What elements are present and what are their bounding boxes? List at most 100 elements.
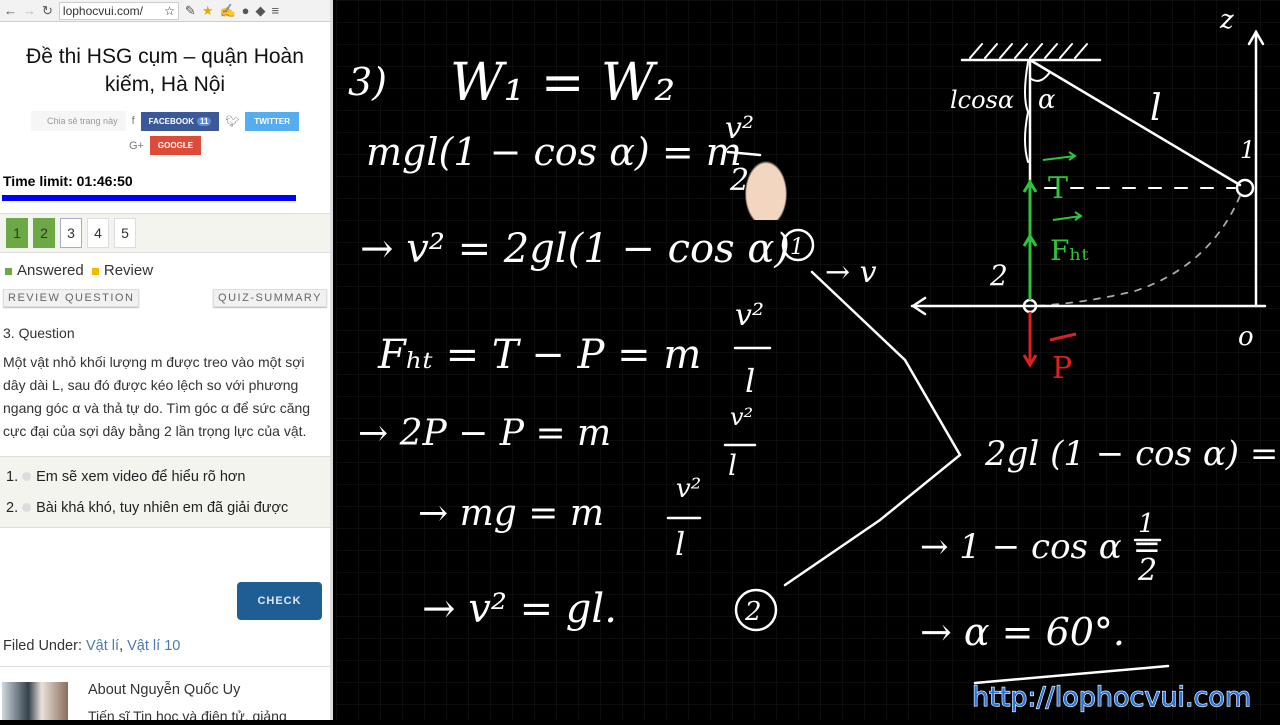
brace <box>1024 61 1030 163</box>
diagram-label-z: z <box>1219 5 1234 35</box>
author-heading: About Nguyễn Quốc Uy <box>88 682 241 698</box>
answer-text: Bài khá khó, tuy nhiên em đã giải được <box>36 499 289 516</box>
quiz-summary-button[interactable]: QUIZ-SUMMARY <box>213 289 327 307</box>
back-icon[interactable]: ← <box>4 3 17 18</box>
author-bio: Tiến sĩ Tin học và điện tử, giảng <box>88 708 287 720</box>
numerator: v² <box>735 298 764 333</box>
answer-number: 2. <box>6 499 19 516</box>
share-row: Chia sẻ trang này f FACEBOOK 11 🐦︎ TWITTE… <box>0 111 330 131</box>
diagram-label-alpha: α <box>1038 85 1056 115</box>
answer-option-2[interactable]: 2. Bài khá khó, tuy nhiên em đã giải được <box>6 492 324 523</box>
address-bar[interactable]: lophocvui.com/ ☆ <box>58 1 179 20</box>
numerator: 1 <box>1138 509 1155 539</box>
question-3-button[interactable]: 3 <box>60 218 82 248</box>
question-1-button[interactable]: 1 <box>6 218 28 248</box>
energy-equation: W₁ = W₂ <box>450 53 675 113</box>
question-title: 3. Question <box>3 325 75 341</box>
legend: Answered Review <box>5 262 330 279</box>
diagram-label-weight: P <box>1052 351 1072 386</box>
radio-button[interactable] <box>22 503 32 512</box>
google-plus-icon: G+ <box>128 139 144 152</box>
time-limit: Time limit: 01:46:50 <box>3 173 133 189</box>
denominator: l <box>728 449 737 482</box>
review-question-button[interactable]: REVIEW QUESTION <box>3 289 140 307</box>
marker-label-2: 2 <box>744 597 762 627</box>
star-icon[interactable]: ☆ <box>164 4 175 18</box>
eyedropper-extension-icon[interactable]: ✎ <box>185 3 196 19</box>
equation-line-2: mgl(1 − cos α) = m <box>366 130 742 174</box>
head-extension-icon[interactable]: ● <box>242 3 250 18</box>
browser-toolbar: ← → ↻ lophocvui.com/ ☆ ✎ ★ ✍ ● ◆ ≡ <box>0 0 330 22</box>
author-avatar <box>2 682 68 720</box>
diagram-label-origin: o <box>1238 322 1254 352</box>
numerator: v² <box>676 474 701 504</box>
diagram-label-tension: T <box>1048 171 1068 206</box>
facebook-icon: f <box>131 115 135 127</box>
answer-list: 1. Em sẽ xem video để hiểu rõ hơn 2. Bài k… <box>0 456 330 528</box>
answer-text: Em sẽ xem video để hiểu rõ hơn <box>36 468 246 485</box>
filed-under: Filed Under: Vật lí, Vật lí 10 <box>3 638 181 654</box>
numerator: v² <box>730 403 753 431</box>
diagram-label-length: l <box>1150 88 1162 129</box>
browser-panel: ← → ↻ lophocvui.com/ ☆ ✎ ★ ✍ ● ◆ ≡ Đề thi… <box>0 0 333 720</box>
diagram-label-position-2: 2 <box>989 259 1008 292</box>
equation-line-5: → 2P − P = m <box>358 413 611 454</box>
timer-progress-bar <box>2 195 296 201</box>
answered-label: Answered <box>17 262 84 279</box>
denominator: 2 <box>1137 553 1157 588</box>
watermark: http://lophocvui.com <box>972 682 1251 713</box>
twitter-button[interactable]: TWITTER <box>245 111 299 131</box>
forward-icon[interactable]: → <box>23 3 36 18</box>
menu-icon[interactable]: ≡ <box>272 3 280 18</box>
equation-line-7: → v² = gl. <box>422 586 617 632</box>
diagram-label-lcos: lcosα <box>950 86 1014 114</box>
board-drawing: 3) W₁ = W₂ mgl(1 − cos α) = m v² 2 → v² … <box>348 5 1280 714</box>
equation-line-4: Fₕₜ = T − P = m <box>377 332 701 378</box>
category-link[interactable]: Vật lí <box>86 638 119 654</box>
right-equation-2: → 1 − cos α = <box>920 527 1161 567</box>
facebook-button[interactable]: FACEBOOK 11 <box>140 111 220 131</box>
problem-number: 3) <box>348 60 387 104</box>
share-row-2: G+ GOOGLE <box>0 136 330 155</box>
radio-button[interactable] <box>22 472 32 481</box>
denominator: l <box>745 362 755 400</box>
equation-line-3: → v² = 2gl(1 − cos α) <box>360 226 790 272</box>
blackboard: 3) W₁ = W₂ mgl(1 − cos α) = m v² 2 → v² … <box>336 0 1280 720</box>
denominator: l <box>675 525 685 563</box>
question-text: Một vật nhỏ khối lượng m được treo vào m… <box>3 354 311 439</box>
star-extension-icon[interactable]: ★ <box>202 3 214 19</box>
share-label: Chia sẻ trang này <box>31 111 126 131</box>
page-title: Đề thi HSG cụm – quận Hoàn kiếm, Hà Nội <box>26 45 304 96</box>
hand-with-pen <box>741 155 791 220</box>
twitter-icon: 🐦︎ <box>225 115 240 128</box>
dropbox-extension-icon[interactable]: ◆ <box>256 3 266 19</box>
signature-extension-icon[interactable]: ✍ <box>219 3 235 19</box>
category-link[interactable]: Vật lí 10 <box>127 638 180 654</box>
equation-line-6: → mg = m <box>418 493 604 534</box>
answered-swatch <box>5 268 12 275</box>
numerator: v² <box>725 111 754 146</box>
url-text: lophocvui.com/ <box>62 3 143 18</box>
review-label: Review <box>103 262 154 279</box>
google-button[interactable]: GOOGLE <box>149 136 202 155</box>
check-button[interactable]: CHECK <box>237 582 322 620</box>
bob-position-1 <box>1235 178 1255 198</box>
question-5-button[interactable]: 5 <box>114 218 136 248</box>
velocity-label: → v <box>825 255 877 290</box>
angle-arc <box>1029 71 1051 82</box>
question-navigator: 1 2 3 4 5 <box>0 213 330 253</box>
question-2-button[interactable]: 2 <box>33 218 55 248</box>
marker-label-1: 1 <box>790 235 804 260</box>
right-equation-3: → α = 60°. <box>920 610 1125 654</box>
filed-label: Filed Under: <box>3 638 82 654</box>
underline <box>973 664 1170 685</box>
reload-icon[interactable]: ↻ <box>42 3 53 19</box>
right-equation-1: 2gl (1 − cos α) = gl <box>984 434 1280 474</box>
deflected-string <box>1028 58 1242 187</box>
ceiling-hatch <box>969 43 1088 59</box>
facebook-count: 11 <box>196 116 212 126</box>
review-swatch <box>91 268 99 275</box>
answer-option-1[interactable]: 1. Em sẽ xem video để hiểu rõ hơn <box>6 461 324 492</box>
diagram-label-position-1: 1 <box>1240 136 1255 164</box>
question-4-button[interactable]: 4 <box>87 218 109 248</box>
